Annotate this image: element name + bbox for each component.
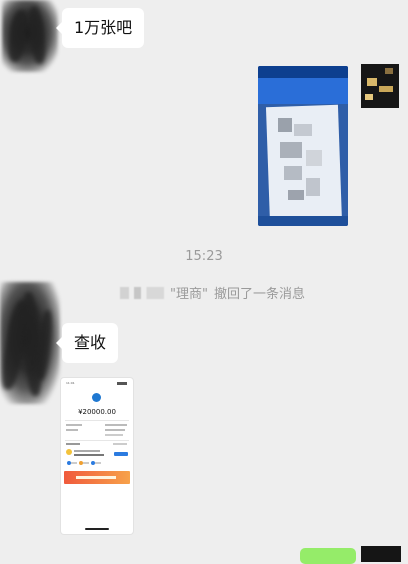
payment-logo-icon — [92, 393, 101, 402]
action-tag — [114, 452, 128, 456]
time-divider: 15:23 — [185, 249, 223, 264]
recall-notice-name: "理商" — [170, 287, 208, 302]
message-text: 1万张吧 — [74, 18, 133, 37]
receipt-status-time: 11:01 — [66, 381, 75, 385]
incoming-image-message[interactable]: 11:01 ¥20000.00 — [61, 378, 133, 534]
promo-banner — [64, 471, 130, 484]
my-avatar[interactable] — [361, 546, 401, 562]
home-indicator — [85, 528, 109, 530]
my-avatar[interactable] — [361, 64, 399, 108]
battery-icon — [117, 382, 127, 385]
recall-notice: "理商" 撤回了一条消息 — [120, 283, 305, 302]
redacted-name — [120, 286, 164, 299]
outgoing-message-bubble[interactable] — [300, 548, 356, 564]
recall-notice-text: 撤回了一条消息 — [213, 287, 305, 302]
outgoing-image-message[interactable] — [258, 66, 348, 226]
coupon-icon — [66, 449, 72, 455]
incoming-message-bubble[interactable]: 1万张吧 — [55, 8, 145, 48]
incoming-message-bubble[interactable]: 查收 — [55, 323, 119, 363]
receipt-amount: ¥20000.00 — [78, 408, 116, 416]
message-text: 查收 — [74, 333, 107, 352]
